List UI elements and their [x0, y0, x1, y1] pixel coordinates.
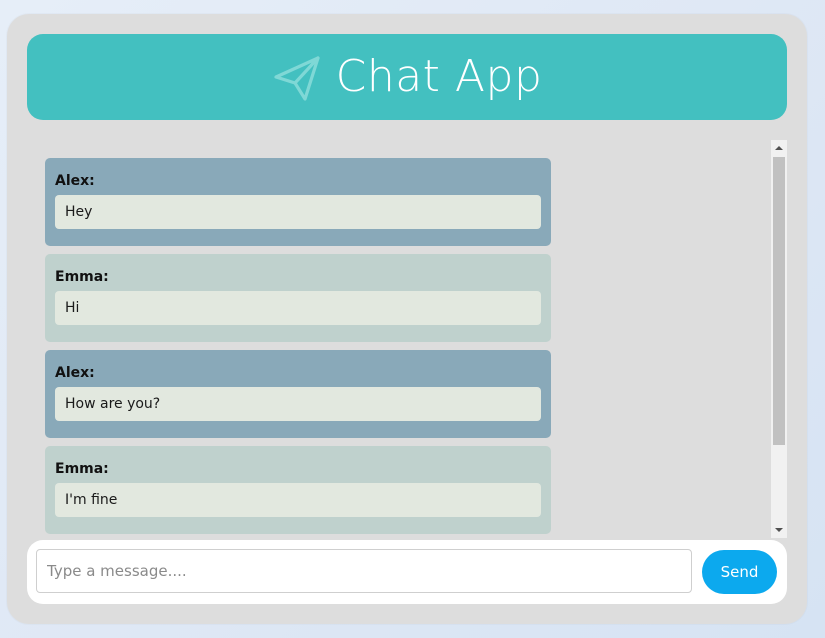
app-title: Chat App [335, 51, 543, 102]
app-header: Chat App [27, 34, 787, 120]
scroll-up-icon[interactable] [771, 140, 787, 156]
message-item: Alex: Hey [45, 158, 551, 246]
message-item: Alex: How are you? [45, 350, 551, 438]
message-list-container[interactable]: Alex: Hey Emma: Hi Alex: How are you? Em… [27, 140, 787, 538]
message-item: Emma: I'm fine [45, 446, 551, 534]
message-text: Hi [55, 291, 541, 325]
message-sender: Emma: [55, 461, 109, 477]
chat-app-window: Chat App Alex: Hey Emma: Hi Alex: How ar… [7, 14, 807, 624]
scrollbar-thumb[interactable] [773, 157, 785, 445]
message-sender: Alex: [55, 365, 95, 381]
message-item: Emma: Hi [45, 254, 551, 342]
message-text: I'm fine [55, 483, 541, 517]
message-sender: Alex: [55, 173, 95, 189]
scroll-down-icon[interactable] [771, 522, 787, 538]
message-list: Alex: Hey Emma: Hi Alex: How are you? Em… [45, 158, 551, 538]
message-text: Hey [55, 195, 541, 229]
vertical-scrollbar[interactable] [771, 140, 787, 538]
message-text: How are you? [55, 387, 541, 421]
message-composer: Send [27, 540, 787, 604]
paper-plane-icon [274, 56, 320, 101]
send-button[interactable]: Send [702, 550, 777, 594]
message-sender: Emma: [55, 269, 109, 285]
message-input[interactable] [36, 549, 692, 593]
